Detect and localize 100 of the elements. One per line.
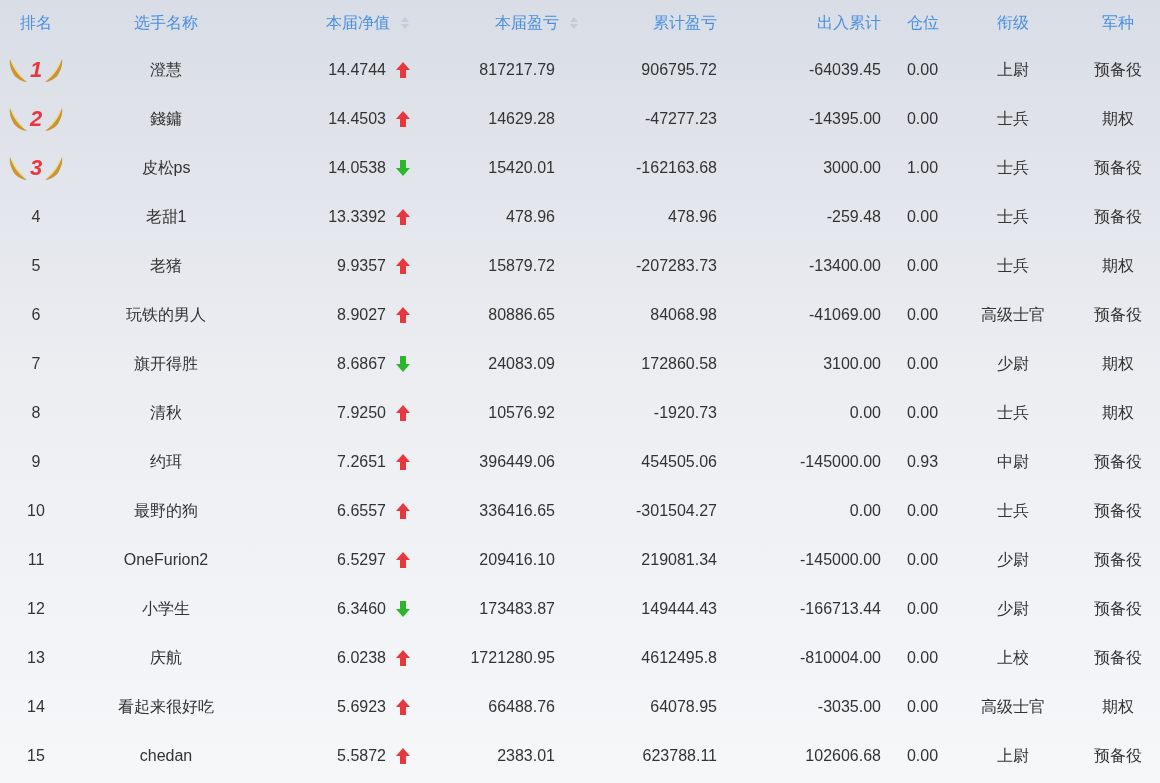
net-value: 9.9357 — [337, 255, 386, 276]
player-name: 小学生 — [142, 598, 190, 619]
grade-label: 士兵 — [996, 500, 1029, 521]
total-profit-value: 906795.72 — [641, 59, 717, 80]
branch-label: 预备役 — [1093, 157, 1142, 178]
net-value: 13.3392 — [328, 206, 386, 227]
net-value: 7.9250 — [337, 402, 386, 423]
position-value: 0.00 — [906, 206, 939, 227]
position-value: 0.00 — [906, 59, 939, 80]
grade-label: 上尉 — [996, 745, 1029, 766]
column-header: 衔级 — [996, 12, 1029, 33]
player-name: 庆航 — [150, 647, 182, 668]
rank-number: 1 — [29, 58, 43, 81]
branch-label: 期权 — [1101, 255, 1134, 276]
grade-label: 少尉 — [996, 549, 1029, 570]
branch-label: 预备役 — [1093, 451, 1142, 472]
rank-number: 6 — [31, 304, 41, 325]
player-name: 老甜1 — [145, 206, 187, 227]
grade-label: 士兵 — [996, 108, 1029, 129]
branch-label: 预备役 — [1093, 647, 1142, 668]
player-name: 老猪 — [150, 255, 182, 276]
grade-label: 士兵 — [996, 255, 1029, 276]
net-flow-value: -41069.00 — [808, 304, 881, 325]
rank-number: 7 — [31, 353, 41, 374]
position-value: 0.93 — [906, 451, 939, 472]
branch-label: 预备役 — [1093, 598, 1142, 619]
net-flow-value: 102606.68 — [805, 745, 881, 766]
net-value: 14.0538 — [328, 157, 386, 178]
branch-label: 预备役 — [1093, 59, 1142, 80]
player-name: OneFurion2 — [123, 549, 209, 570]
rank-number: 5 — [31, 255, 41, 276]
net-flow-value: -259.48 — [826, 206, 881, 227]
column-header[interactable]: 本届盈亏 — [495, 10, 579, 35]
net-value: 7.2651 — [337, 451, 386, 472]
rank-number: 15 — [27, 745, 45, 766]
net-flow-value: 0.00 — [849, 500, 881, 521]
grade-label: 士兵 — [996, 157, 1029, 178]
player-name: 最野的狗 — [134, 500, 198, 521]
profit-value: 80886.65 — [488, 304, 555, 325]
position-value: 0.00 — [906, 549, 939, 570]
total-profit-value: 623788.11 — [642, 745, 717, 766]
net-value: 5.5872 — [337, 745, 386, 766]
position-value: 0.00 — [906, 500, 939, 521]
rank-number: 13 — [27, 647, 45, 668]
profit-value: 15420.01 — [488, 157, 555, 178]
player-name: 清秋 — [150, 402, 182, 423]
net-flow-value: -64039.45 — [808, 59, 881, 80]
branch-label: 期权 — [1101, 696, 1134, 717]
profit-value: 14629.28 — [488, 108, 555, 129]
grade-label: 少尉 — [996, 353, 1029, 374]
profit-value: 66488.76 — [488, 696, 555, 717]
grade-label: 中尉 — [996, 451, 1029, 472]
position-value: 1.00 — [906, 157, 939, 178]
grade-label: 士兵 — [996, 206, 1029, 227]
position-value: 0.00 — [906, 304, 939, 325]
rank-number: 12 — [27, 598, 45, 619]
net-value: 8.9027 — [337, 304, 386, 325]
profit-value: 173483.87 — [479, 598, 555, 619]
rank-number: 3 — [29, 156, 43, 179]
player-name: 錢鏞 — [150, 108, 182, 129]
column-header[interactable]: 本届净值 — [326, 10, 410, 35]
total-profit-value: -47277.23 — [644, 108, 717, 129]
player-name: 约珥 — [150, 451, 182, 472]
position-value: 0.00 — [906, 353, 939, 374]
player-name: 皮松ps — [141, 157, 191, 178]
net-flow-value: -166713.44 — [800, 598, 881, 619]
net-value: 6.0238 — [337, 647, 386, 668]
branch-label: 预备役 — [1093, 206, 1142, 227]
total-profit-value: 4612495.8 — [641, 647, 717, 668]
total-profit-value: -301504.27 — [636, 500, 717, 521]
total-profit-value: 219081.34 — [641, 549, 717, 570]
net-value: 14.4503 — [328, 108, 386, 129]
profit-value: 15879.72 — [488, 255, 555, 276]
total-profit-value: -1920.73 — [653, 402, 717, 423]
net-flow-value: -14395.00 — [808, 108, 881, 129]
branch-label: 预备役 — [1093, 745, 1142, 766]
column-header: 累计盈亏 — [653, 12, 717, 33]
position-value: 0.00 — [906, 108, 939, 129]
position-value: 0.00 — [906, 647, 939, 668]
player-name: 澄慧 — [150, 59, 182, 80]
branch-label: 期权 — [1101, 402, 1134, 423]
column-header: 仓位 — [906, 12, 939, 33]
profit-value: 24083.09 — [488, 353, 555, 374]
net-value: 6.3460 — [337, 598, 386, 619]
total-profit-value: 478.96 — [668, 206, 717, 227]
position-value: 0.00 — [906, 696, 939, 717]
column-header: 出入累计 — [817, 12, 881, 33]
total-profit-value: 149444.43 — [641, 598, 717, 619]
profit-value: 1721280.95 — [470, 647, 555, 668]
branch-label: 期权 — [1101, 108, 1134, 129]
grade-label: 高级士官 — [980, 696, 1045, 717]
grade-label: 上校 — [996, 647, 1029, 668]
rank-number: 14 — [27, 696, 45, 717]
rank-number: 11 — [27, 549, 45, 570]
total-profit-value: -162163.68 — [636, 157, 717, 178]
profit-value: 2383.01 — [497, 745, 555, 766]
column-header: 选手名称 — [134, 12, 198, 33]
net-value: 6.5297 — [337, 549, 386, 570]
player-name: 看起来很好吃 — [118, 696, 214, 717]
total-profit-value: 454505.06 — [641, 451, 717, 472]
